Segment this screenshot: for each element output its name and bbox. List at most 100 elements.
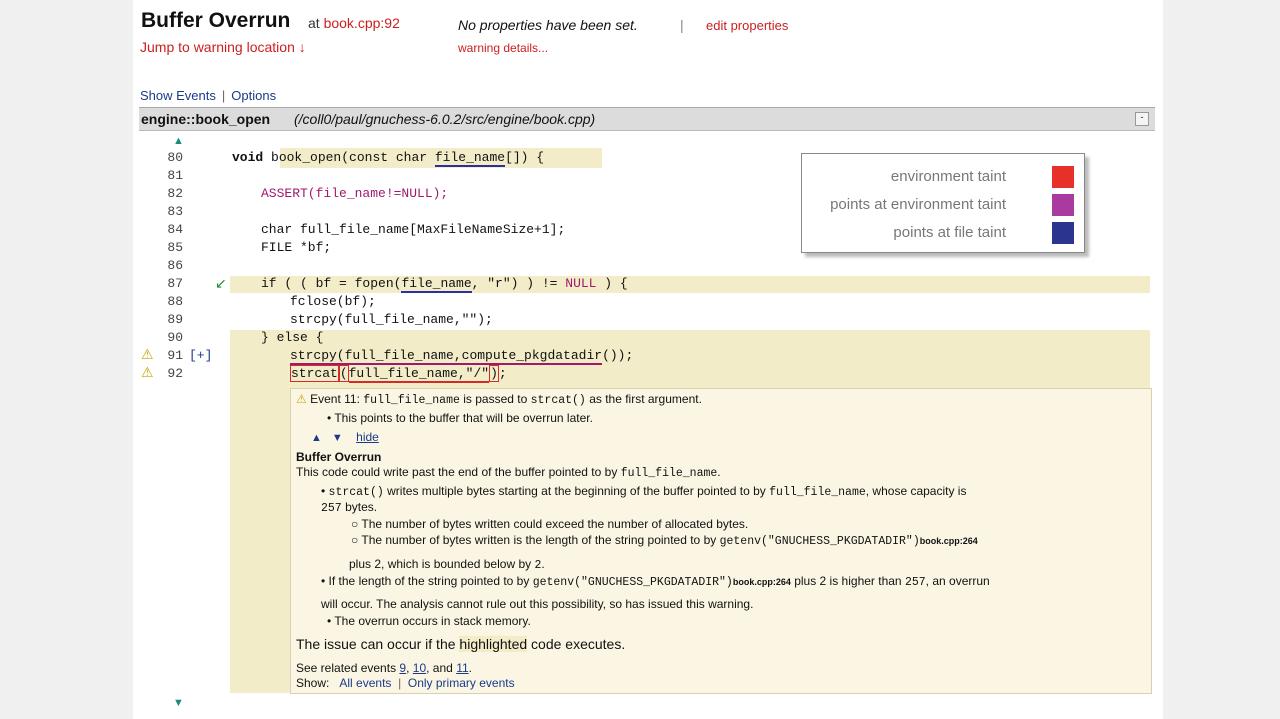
header-separator: | <box>680 17 684 33</box>
line-number: 83 <box>167 204 183 219</box>
expand-button[interactable]: [+] <box>189 348 212 363</box>
environment-taint-call: compute_pkgdatadir <box>461 348 603 365</box>
detail-text: , whose capacity is <box>865 484 967 498</box>
prev-event-icon[interactable]: ▲ <box>311 432 322 444</box>
options-link[interactable]: Options <box>231 88 276 103</box>
description-text: This code could write past the end of th… <box>296 465 618 479</box>
line-number: 87 <box>167 276 183 291</box>
toolbar-separator: | <box>221 88 226 103</box>
location-link[interactable]: book.cpp:92 <box>324 15 400 31</box>
code-token: if ( ( bf = fopen( <box>261 276 402 291</box>
all-events-link[interactable]: All events <box>339 676 391 690</box>
code-line-87: if ( ( bf = fopen(file_name, "r") ) != N… <box>261 276 628 293</box>
related-text: See related events <box>296 661 397 675</box>
hide-link[interactable]: hide <box>356 430 379 444</box>
code-token: ; <box>498 366 507 381</box>
code-line-92: strcat (full_file_name,"/"); <box>290 365 507 383</box>
description: This code could write past the end of th… <box>296 465 721 480</box>
related-event-link[interactable]: 9 <box>399 661 406 675</box>
filter-separator: | <box>398 676 402 690</box>
line-number: 84 <box>167 222 183 237</box>
code-line-80: void book_open(const char file_name[]) { <box>232 150 545 167</box>
detail-bullet-1-cont: 257 bytes. <box>321 500 377 515</box>
related-event-link[interactable]: 11 <box>456 661 468 675</box>
next-event-icon[interactable]: ▼ <box>332 432 343 444</box>
line-number: 86 <box>167 258 183 273</box>
detail-text: bytes. <box>345 500 378 514</box>
warning-title: Buffer Overrun <box>141 9 291 32</box>
event-number: Event 11: <box>310 392 360 406</box>
code-line-91: strcpy(full_file_name,compute_pkgdatadir… <box>290 348 634 365</box>
source-ref-link[interactable]: book.cpp:264 <box>733 577 791 587</box>
sub-bullet-text: The number of bytes written is the lengt… <box>361 533 717 547</box>
legend-swatch <box>1052 166 1074 188</box>
scroll-down-arrow-icon[interactable]: ▼ <box>173 697 184 709</box>
macro-token: NULL <box>565 276 597 291</box>
code-line-89: strcpy(full_file_name,""); <box>290 312 493 327</box>
legend-label: points at environment taint <box>830 196 1006 213</box>
jump-arrow-icon[interactable]: ↙ <box>215 275 227 292</box>
description-var: full_file_name <box>620 467 718 480</box>
event-var: full_file_name <box>363 394 460 407</box>
code-line-90: } else { <box>261 330 324 345</box>
only-primary-events-link[interactable]: Only primary events <box>408 676 515 690</box>
event-text: is passed to <box>463 392 528 406</box>
event-text: as the first argument. <box>589 392 702 406</box>
line-number: 81 <box>167 168 183 183</box>
sub-bullet-2: ○ The number of bytes written is the len… <box>351 533 978 548</box>
code-token: []) { <box>505 150 545 165</box>
related-text: , and <box>426 661 453 675</box>
show-filter: Show: All events | Only primary events <box>296 676 515 690</box>
related-event-link[interactable]: 10 <box>413 661 426 675</box>
code-line-84: char full_file_name[MaxFileNameSize+1]; <box>261 222 566 237</box>
event-header: ⚠ Event 11: full_file_name is passed to … <box>296 392 702 407</box>
event-toolbar: Show Events | Options <box>140 88 276 103</box>
line-number: 88 <box>167 294 183 309</box>
detail-bullet-3: • The overrun occurs in stack memory. <box>327 614 531 628</box>
sub-bullet-2-cont: plus 2, which is bounded below by 2. <box>349 557 545 572</box>
jump-to-warning-link[interactable]: Jump to warning location ↓ <box>140 39 306 55</box>
code-line-88: fclose(bf); <box>290 294 376 309</box>
code-token: ) { <box>596 276 628 291</box>
sub-bullet-text: plus 2, which is bounded below by <box>349 557 532 571</box>
line-number: 82 <box>167 186 183 201</box>
scroll-up-arrow-icon[interactable]: ▲ <box>173 135 184 147</box>
sub-bullet-code: getenv("GNUCHESS_PKGDATADIR") <box>719 535 920 548</box>
legend-label: environment taint <box>890 168 1006 185</box>
detail-text: writes multiple bytes starting at the be… <box>387 484 766 498</box>
warning-location: at book.cpp:92 <box>308 15 400 31</box>
minimize-button[interactable]: - <box>1135 112 1149 126</box>
event-bullet: • This points to the buffer that will be… <box>327 411 593 425</box>
related-events: See related events 9, 10, and 11. <box>296 661 472 675</box>
legend-label: points at file taint <box>893 224 1006 241</box>
warning-details-link[interactable]: warning details... <box>458 41 548 55</box>
detail-bullet-2-cont: will occur. The analysis cannot rule out… <box>321 597 754 611</box>
issue-line: The issue can occur if the highlighted c… <box>296 636 625 652</box>
line-number: 91 <box>167 348 183 363</box>
function-name-token: book_open <box>271 150 342 165</box>
code-token: ()); <box>602 348 634 363</box>
code-token: strcpy(full_file_name, <box>290 348 462 365</box>
code-line-85: FILE *bf; <box>261 240 332 255</box>
at-label: at <box>308 15 320 31</box>
legend-swatch <box>1052 222 1074 244</box>
code-line-82: ASSERT(file_name!=NULL); <box>261 186 449 201</box>
taint-legend: environment taint points at environment … <box>801 153 1085 253</box>
warning-page: Buffer Overrun at book.cpp:92 Jump to wa… <box>133 0 1163 719</box>
section-title: Buffer Overrun <box>296 450 382 464</box>
show-events-link[interactable]: Show Events <box>140 88 216 103</box>
warning-icon[interactable]: ⚠ <box>141 346 154 363</box>
warning-icon[interactable]: ⚠ <box>141 364 154 381</box>
overrun-args-token: full_file_name,"/" <box>348 366 490 383</box>
event-gutter-highlight <box>230 388 290 693</box>
function-path: (/coll0/paul/gnuchess-6.0.2/src/engine/b… <box>294 111 596 127</box>
line-number: 89 <box>167 312 183 327</box>
issue-text: The issue can occur if the <box>296 636 456 652</box>
overrun-call-token: strcat <box>290 365 339 382</box>
legend-swatch <box>1052 194 1074 216</box>
code-token: ) <box>489 365 499 382</box>
edit-properties-link[interactable]: edit properties <box>706 18 788 33</box>
detail-bullet-1: • strcat() writes multiple bytes startin… <box>321 484 967 499</box>
sub-bullet-1: ○ The number of bytes written could exce… <box>351 517 749 531</box>
source-ref-link[interactable]: book.cpp:264 <box>920 536 978 546</box>
